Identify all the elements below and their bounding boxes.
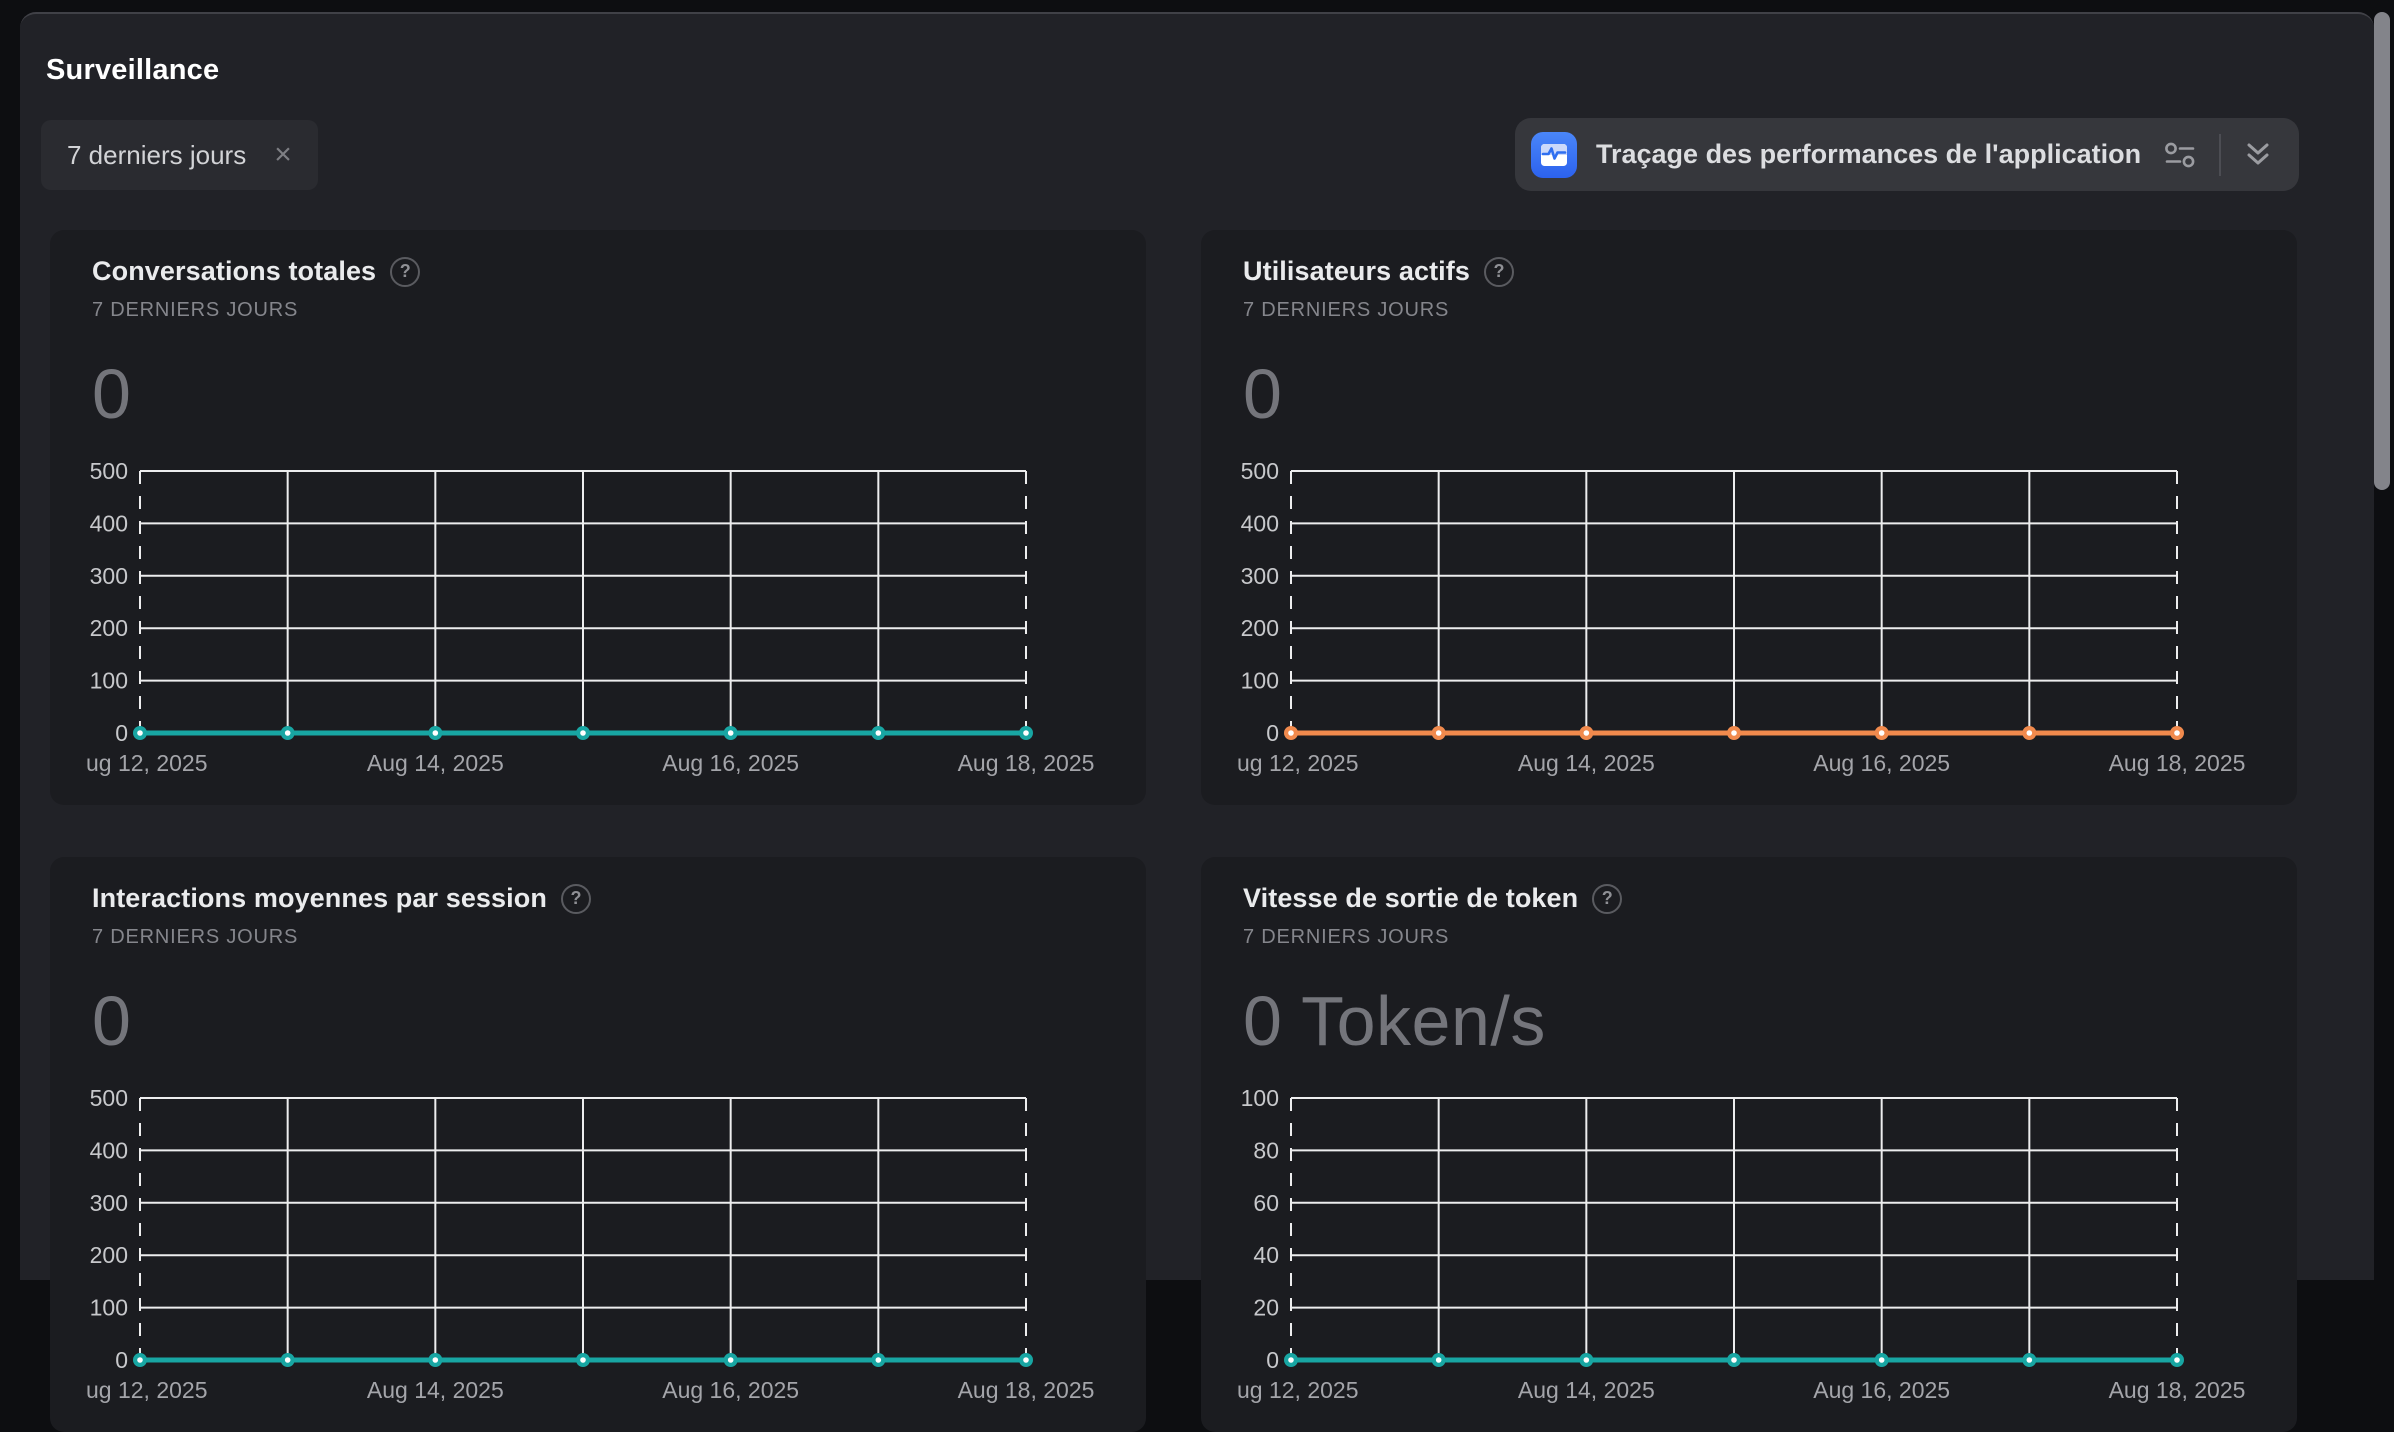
card-metric-value: 0 [1243, 354, 2297, 434]
svg-text:200: 200 [1241, 615, 1279, 641]
svg-text:0: 0 [115, 1347, 128, 1373]
card-metric-value: 0 Token/s [1243, 981, 2297, 1061]
svg-text:Aug 18, 2025: Aug 18, 2025 [958, 750, 1095, 776]
card-title: Utilisateurs actifs [1243, 256, 1470, 287]
svg-text:Aug 18, 2025: Aug 18, 2025 [2109, 750, 2246, 776]
card-metric-value: 0 [92, 981, 1146, 1061]
svg-text:40: 40 [1253, 1242, 1279, 1268]
svg-text:100: 100 [90, 668, 128, 694]
svg-text:400: 400 [1241, 510, 1279, 536]
card-average-interactions: Interactions moyennes par session ? 7 DE… [50, 857, 1146, 1432]
help-icon[interactable]: ? [390, 257, 420, 287]
close-icon[interactable]: × [274, 140, 292, 170]
svg-text:400: 400 [90, 510, 128, 536]
main-panel: Surveillance 7 derniers jours × Traçage … [20, 12, 2374, 1280]
app-performance-icon [1531, 132, 1577, 178]
svg-text:Aug 18, 2025: Aug 18, 2025 [2109, 1377, 2246, 1403]
card-period-label: 7 DERNIERS JOURS [1243, 926, 2297, 949]
svg-text:Aug 14, 2025: Aug 14, 2025 [367, 750, 504, 776]
svg-text:0: 0 [1266, 720, 1279, 746]
card-total-conversations: Conversations totales ? 7 DERNIERS JOURS… [50, 230, 1146, 805]
average-interactions-chart: 0 100 200 300 400 500 ug 12, 2025 Aug 14, 2025 A… [86, 1082, 1116, 1427]
date-range-filter-chip[interactable]: 7 derniers jours × [41, 120, 318, 190]
card-period-label: 7 DERNIERS JOURS [92, 299, 1146, 322]
svg-text:500: 500 [1241, 458, 1279, 484]
svg-text:Aug 16, 2025: Aug 16, 2025 [1813, 1377, 1950, 1403]
date-range-filter-label: 7 derniers jours [67, 140, 246, 171]
svg-text:ug 12, 2025: ug 12, 2025 [86, 750, 208, 776]
svg-text:100: 100 [1241, 1085, 1279, 1111]
svg-text:0: 0 [1266, 1347, 1279, 1373]
card-period-label: 7 DERNIERS JOURS [1243, 299, 2297, 322]
token-speed-chart: 0 20 40 60 80 100 ug 12, 2025 Aug 14, 2025 Aug 1… [1237, 1082, 2267, 1427]
svg-text:ug 12, 2025: ug 12, 2025 [1237, 750, 1359, 776]
help-icon[interactable]: ? [1484, 257, 1514, 287]
conversations-chart: 0 100 200 300 400 500 ug 12, 2025 Aug 14, 2025 A… [86, 455, 1116, 800]
card-period-label: 7 DERNIERS JOURS [92, 926, 1146, 949]
svg-text:100: 100 [1241, 668, 1279, 694]
selector-divider [2219, 134, 2221, 176]
card-active-users: Utilisateurs actifs ? 7 DERNIERS JOURS 0… [1201, 230, 2297, 805]
svg-text:Aug 14, 2025: Aug 14, 2025 [1518, 750, 1655, 776]
svg-text:Aug 18, 2025: Aug 18, 2025 [958, 1377, 1095, 1403]
svg-text:500: 500 [90, 1085, 128, 1111]
svg-text:Aug 16, 2025: Aug 16, 2025 [662, 750, 799, 776]
svg-text:300: 300 [90, 563, 128, 589]
svg-text:80: 80 [1253, 1137, 1279, 1163]
active-users-chart: 0 100 200 300 400 500 ug 12, 2025 Aug 14, 2025 A… [1237, 455, 2267, 800]
svg-text:ug 12, 2025: ug 12, 2025 [1237, 1377, 1359, 1403]
svg-text:60: 60 [1253, 1190, 1279, 1216]
svg-text:Aug 16, 2025: Aug 16, 2025 [662, 1377, 799, 1403]
svg-text:ug 12, 2025: ug 12, 2025 [86, 1377, 208, 1403]
svg-text:500: 500 [90, 458, 128, 484]
svg-text:200: 200 [90, 615, 128, 641]
card-metric-value: 0 [92, 354, 1146, 434]
svg-text:0: 0 [115, 720, 128, 746]
scrollbar-thumb[interactable] [2374, 12, 2390, 490]
tracing-source-selector[interactable]: Traçage des performances de l'applicatio… [1515, 118, 2299, 191]
help-icon[interactable]: ? [1592, 884, 1622, 914]
svg-text:100: 100 [90, 1295, 128, 1321]
card-token-output-speed: Vitesse de sortie de token ? 7 DERNIERS … [1201, 857, 2297, 1432]
card-title: Vitesse de sortie de token [1243, 883, 1578, 914]
page-title: Surveillance [46, 54, 219, 87]
card-title: Interactions moyennes par session [92, 883, 547, 914]
svg-text:Aug 14, 2025: Aug 14, 2025 [367, 1377, 504, 1403]
svg-text:300: 300 [1241, 563, 1279, 589]
svg-text:200: 200 [90, 1242, 128, 1268]
svg-text:20: 20 [1253, 1295, 1279, 1321]
svg-text:300: 300 [90, 1190, 128, 1216]
double-chevron-down-icon[interactable] [2243, 141, 2273, 169]
help-icon[interactable]: ? [561, 884, 591, 914]
svg-text:Aug 16, 2025: Aug 16, 2025 [1813, 750, 1950, 776]
slider-controls-icon[interactable] [2163, 138, 2197, 172]
tracing-source-label: Traçage des performances de l'applicatio… [1596, 139, 2163, 170]
card-title: Conversations totales [92, 256, 376, 287]
svg-text:400: 400 [90, 1137, 128, 1163]
svg-text:Aug 14, 2025: Aug 14, 2025 [1518, 1377, 1655, 1403]
